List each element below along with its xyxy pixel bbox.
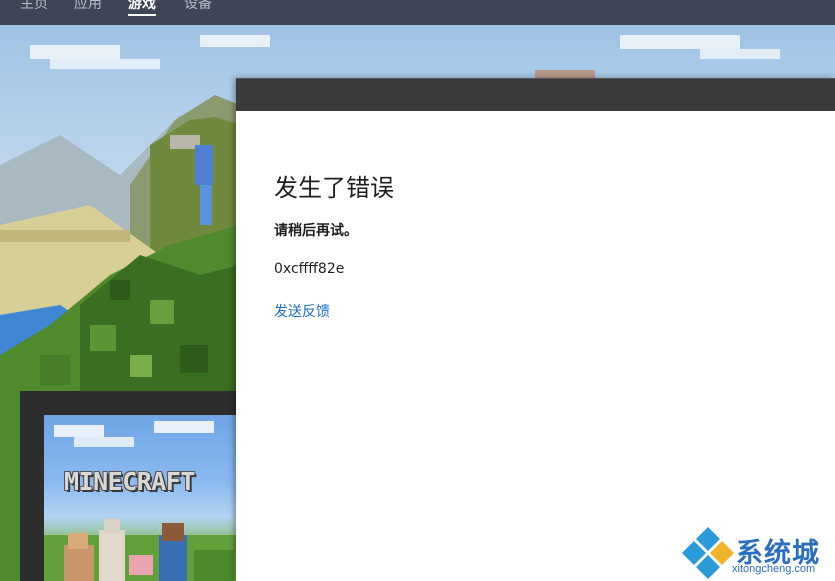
diamond-logo-icon bbox=[682, 527, 734, 579]
minecraft-logo: MINECRAFT bbox=[64, 467, 195, 496]
nav-tab-devices[interactable]: 设备 bbox=[184, 0, 212, 18]
cover-art bbox=[44, 421, 237, 581]
nav-tab-apps[interactable]: 应用 bbox=[74, 0, 102, 18]
nav-tab-games[interactable]: 游戏 bbox=[128, 0, 156, 18]
minecraft-cover-image: MINECRAFT bbox=[44, 415, 237, 581]
dialog-titlebar bbox=[236, 78, 835, 111]
watermark-url: xitongcheng.com bbox=[732, 563, 816, 575]
nav-tab-home[interactable]: 主页 bbox=[20, 0, 48, 18]
active-tab-indicator bbox=[128, 14, 156, 16]
error-heading: 发生了错误 bbox=[274, 174, 394, 202]
game-card[interactable]: MINECRAFT bbox=[20, 391, 260, 581]
nav-tab-games-label: 游戏 bbox=[128, 0, 156, 12]
error-dialog: 发生了错误 请稍后再试。 0xcffff82e 发送反馈 bbox=[236, 78, 835, 581]
error-code: 0xcffff82e bbox=[274, 261, 345, 277]
send-feedback-link[interactable]: 发送反馈 bbox=[274, 301, 330, 321]
top-navigation: 主页 应用 游戏 设备 bbox=[0, 0, 835, 25]
site-watermark: 系统城 xitongcheng.com bbox=[680, 525, 835, 581]
error-message: 请稍后再试。 bbox=[274, 223, 358, 239]
